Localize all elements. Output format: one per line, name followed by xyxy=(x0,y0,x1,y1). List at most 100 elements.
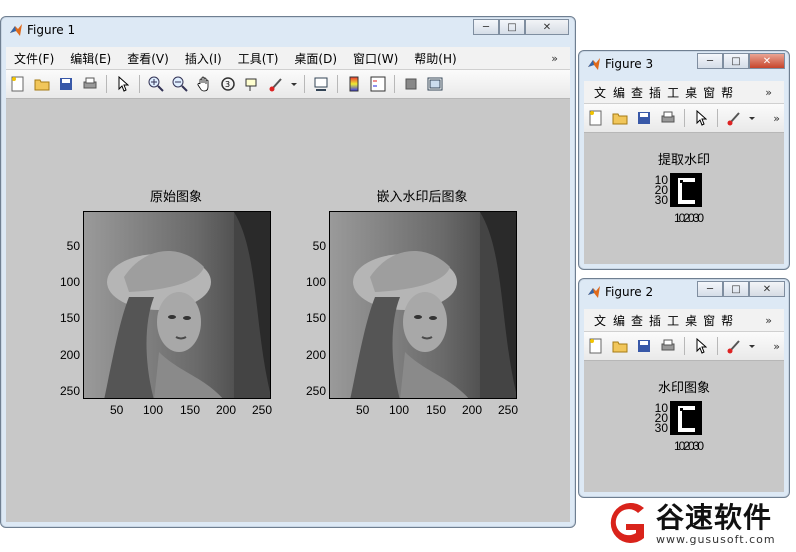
save-icon[interactable] xyxy=(56,74,76,94)
menubar: 文 编 查 插 工 桌 窗 帮 » xyxy=(584,309,784,332)
rotate-3d-icon[interactable]: 3 xyxy=(218,74,238,94)
print-icon[interactable] xyxy=(658,108,678,128)
open-file-icon[interactable] xyxy=(32,74,52,94)
menu-tools[interactable]: 工 xyxy=(664,84,682,101)
axes-title-watermark: 水印图象 xyxy=(657,381,710,396)
print-icon[interactable] xyxy=(658,336,678,356)
figure-1-titlebar[interactable]: Figure 1 ─ □ ✕ xyxy=(1,17,575,43)
menu-view[interactable]: 查 xyxy=(628,84,646,101)
minimize-button[interactable]: ─ xyxy=(697,53,723,69)
minimize-button[interactable]: ─ xyxy=(697,281,723,297)
brush-icon[interactable] xyxy=(266,74,286,94)
menu-tools[interactable]: 工 xyxy=(664,312,682,329)
menu-desktop[interactable]: 桌面(D) xyxy=(286,50,345,67)
pointer-icon[interactable] xyxy=(691,108,711,128)
toolbar-separator xyxy=(717,109,718,127)
data-cursor-icon[interactable] xyxy=(242,74,262,94)
brand-name: 谷速软件 xyxy=(656,501,773,534)
brush-dropdown-icon[interactable] xyxy=(748,108,756,128)
toolbar-more-icon[interactable]: » xyxy=(773,340,780,353)
open-file-icon[interactable] xyxy=(610,336,630,356)
toolbar-separator xyxy=(717,337,718,355)
pointer-icon[interactable] xyxy=(113,74,133,94)
zoom-out-icon[interactable] xyxy=(170,74,190,94)
maximize-button[interactable]: □ xyxy=(499,19,525,35)
menu-view[interactable]: 查 xyxy=(628,312,646,329)
x-tick-label: 250 xyxy=(252,403,273,417)
pointer-icon[interactable] xyxy=(691,336,711,356)
menu-more-icon[interactable]: » xyxy=(543,52,566,65)
x-tick-label: 200 xyxy=(216,403,237,417)
menu-tools[interactable]: 工具(T) xyxy=(230,50,287,67)
link-plot-icon[interactable] xyxy=(311,74,331,94)
maximize-button[interactable]: □ xyxy=(723,53,749,69)
open-file-icon[interactable] xyxy=(610,108,630,128)
legend-icon[interactable] xyxy=(368,74,388,94)
show-plot-tools-icon[interactable] xyxy=(425,74,445,94)
new-figure-icon[interactable] xyxy=(586,336,606,356)
zoom-in-icon[interactable] xyxy=(146,74,166,94)
axes-title-watermarked: 嵌入水印后图象 xyxy=(376,190,468,205)
menu-file[interactable]: 文 xyxy=(584,84,610,101)
close-button[interactable]: ✕ xyxy=(749,53,785,69)
menu-help[interactable]: 帮 xyxy=(718,84,736,101)
figure-3-window: Figure 3 ─ □ ✕ 文 编 查 插 工 桌 窗 帮 » » 提取水印 xyxy=(578,50,790,270)
menu-edit[interactable]: 编 xyxy=(610,84,628,101)
y-tick-label: 50 xyxy=(66,239,80,253)
axes-title-extracted: 提取水印 xyxy=(657,153,710,168)
menu-insert[interactable]: 插 xyxy=(646,84,664,101)
menu-window[interactable]: 窗 xyxy=(700,312,718,329)
save-icon[interactable] xyxy=(634,108,654,128)
figure-3-titlebar[interactable]: Figure 3 ─ □ ✕ xyxy=(579,51,789,77)
matlab-logo-icon xyxy=(587,57,601,71)
brush-dropdown-icon[interactable] xyxy=(290,74,298,94)
x-tick-label: 150 xyxy=(180,403,201,417)
colorbar-icon[interactable] xyxy=(344,74,364,94)
menu-file[interactable]: 文件(F) xyxy=(6,50,62,67)
menu-help[interactable]: 帮助(H) xyxy=(406,50,464,67)
y-tick-label: 50 xyxy=(312,239,326,253)
menu-help[interactable]: 帮 xyxy=(718,312,736,329)
close-button[interactable]: ✕ xyxy=(525,19,569,35)
window-title: Figure 1 xyxy=(27,23,76,37)
menu-window[interactable]: 窗 xyxy=(700,84,718,101)
brush-icon[interactable] xyxy=(724,108,744,128)
hide-plot-tools-icon[interactable] xyxy=(401,74,421,94)
matlab-logo-icon xyxy=(9,23,23,37)
y-tick-label: 30 xyxy=(654,193,668,207)
menu-more-icon[interactable]: » xyxy=(757,86,780,99)
menu-window[interactable]: 窗口(W) xyxy=(345,50,406,67)
new-figure-icon[interactable] xyxy=(586,108,606,128)
new-figure-icon[interactable] xyxy=(8,74,28,94)
figure-2-window: Figure 2 ─ □ ✕ 文 编 查 插 工 桌 窗 帮 » » 水印图象 xyxy=(578,278,790,498)
save-icon[interactable] xyxy=(634,336,654,356)
x-tick-label: 200 xyxy=(462,403,483,417)
matlab-logo-icon xyxy=(587,285,601,299)
menu-file[interactable]: 文 xyxy=(584,312,610,329)
close-button[interactable]: ✕ xyxy=(749,281,785,297)
brush-dropdown-icon[interactable] xyxy=(748,336,756,356)
minimize-button[interactable]: ─ xyxy=(473,19,499,35)
toolbar: » xyxy=(584,104,784,133)
menu-desktop[interactable]: 桌 xyxy=(682,84,700,101)
y-tick-label: 150 xyxy=(59,311,80,325)
toolbar-more-icon[interactable]: » xyxy=(773,112,780,125)
pan-hand-icon[interactable] xyxy=(194,74,214,94)
extracted-watermark-image xyxy=(670,173,702,207)
print-icon[interactable] xyxy=(80,74,100,94)
brush-icon[interactable] xyxy=(724,336,744,356)
gususoft-logo-icon xyxy=(600,498,650,548)
menu-insert[interactable]: 插 xyxy=(646,312,664,329)
menu-more-icon[interactable]: » xyxy=(757,314,780,327)
x-tick-label: 50 xyxy=(356,403,370,417)
menu-edit[interactable]: 编辑(E) xyxy=(62,50,119,67)
menu-desktop[interactable]: 桌 xyxy=(682,312,700,329)
figure-2-titlebar[interactable]: Figure 2 ─ □ ✕ xyxy=(579,279,789,305)
window-title: Figure 3 xyxy=(605,57,654,71)
original-image xyxy=(83,211,271,399)
menu-view[interactable]: 查看(V) xyxy=(119,50,177,67)
menu-insert[interactable]: 插入(I) xyxy=(177,50,230,67)
maximize-button[interactable]: □ xyxy=(723,281,749,297)
menu-edit[interactable]: 编 xyxy=(610,312,628,329)
svg-text:3: 3 xyxy=(225,80,230,89)
